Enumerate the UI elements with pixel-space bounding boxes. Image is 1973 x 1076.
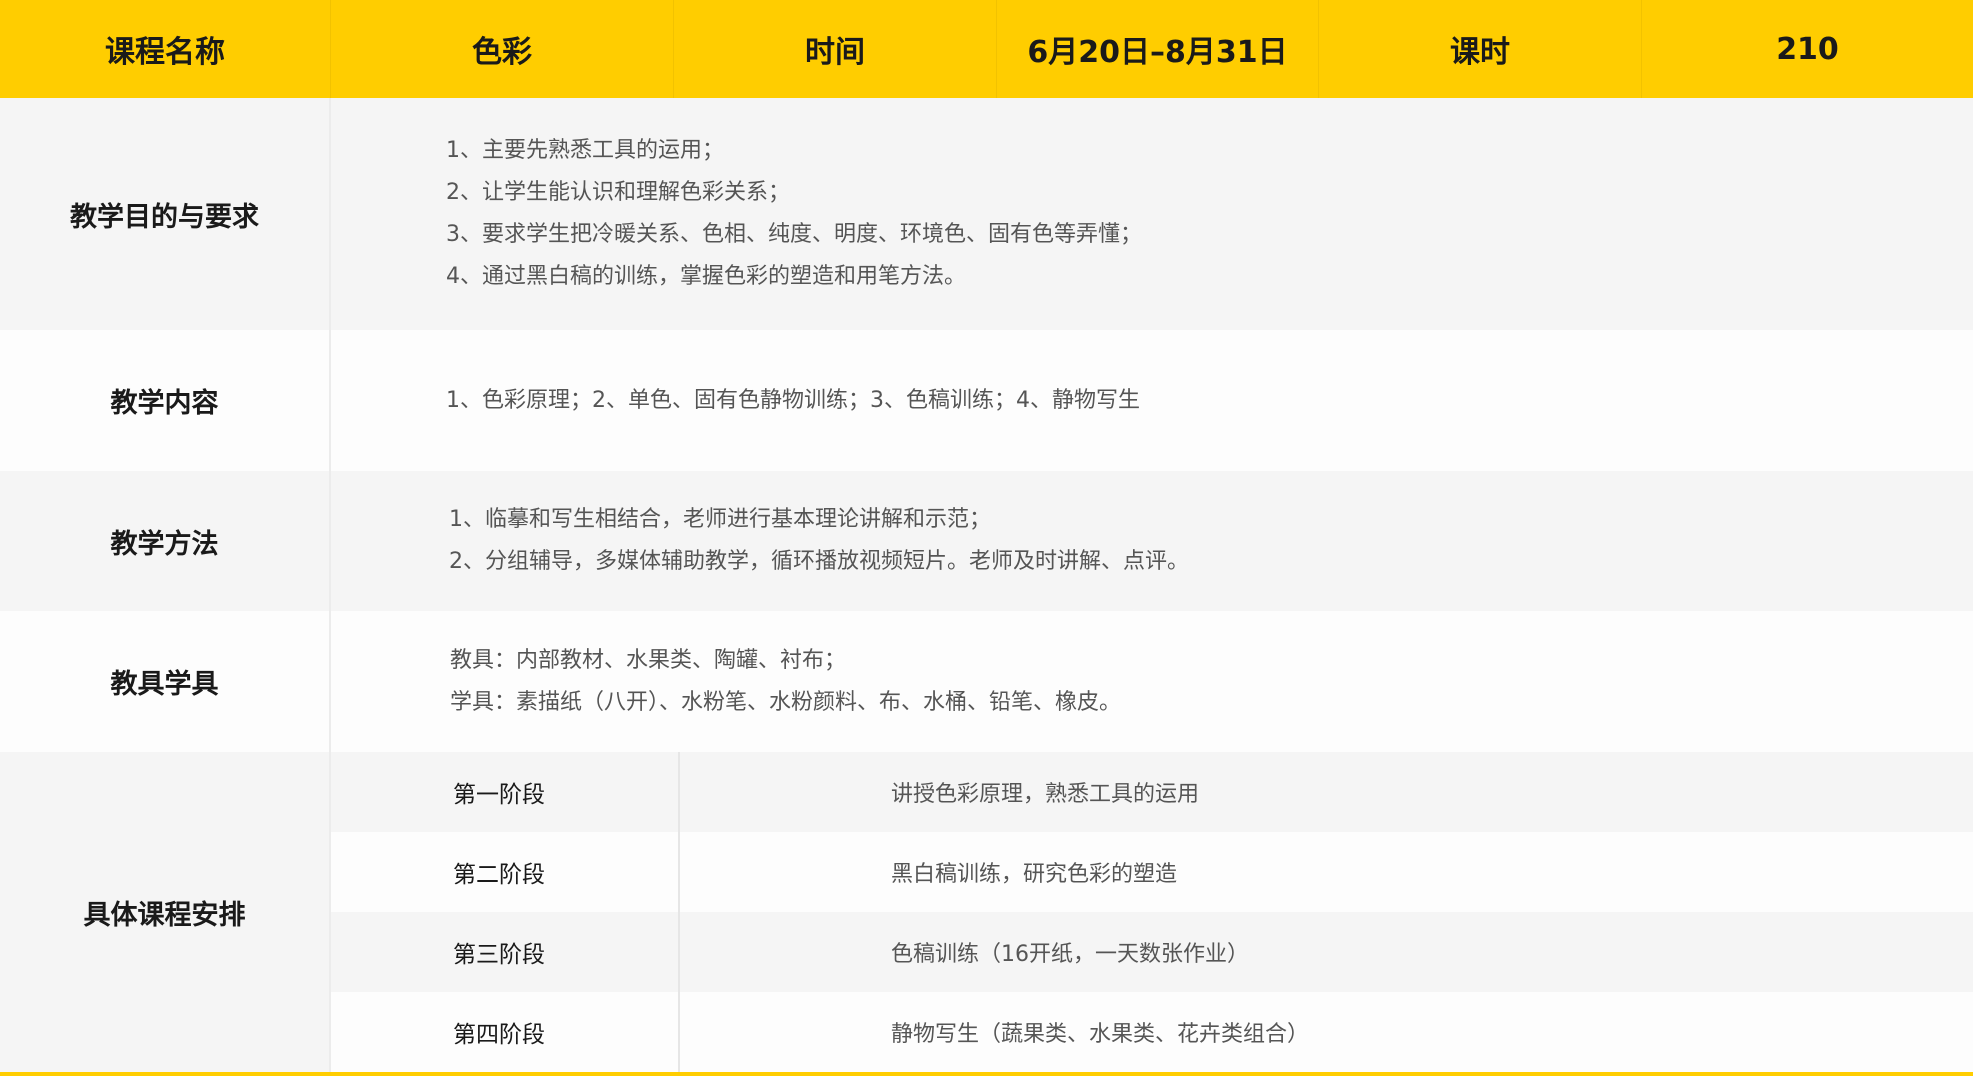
schedule-label: 具体课程安排 [0,752,331,1072]
stage-name: 第二阶段 [331,832,680,912]
methods-label: 教学方法 [0,471,331,611]
stage-name: 第一阶段 [331,752,680,832]
table-row-stage: 第一阶段 讲授色彩原理，熟悉工具的运用 [331,752,1973,832]
objectives-content: 1、主要先熟悉工具的运用； 2、让学生能认识和理解色彩关系； 3、要求学生把冷暖… [331,98,1973,330]
objectives-label: 教学目的与要求 [0,98,331,330]
table-row-stage: 第三阶段 色稿训练（16开纸，一天数张作业） [331,912,1973,992]
table-row-stage: 第四阶段 静物写生（蔬果类、水果类、花卉类组合） [331,992,1973,1072]
course-table: 课程名称 色彩 时间 6月20日–8月31日 课时 210 教学目的与要求 1、… [0,0,1973,1076]
objectives-line: 4、通过黑白稿的训练，掌握色彩的塑造和用笔方法。 [446,264,966,289]
objectives-line: 1、主要先熟悉工具的运用； [446,138,724,163]
table-row-stage: 第二阶段 黑白稿训练，研究色彩的塑造 [331,832,1973,912]
stage-desc: 色稿训练（16开纸，一天数张作业） [891,942,1249,967]
methods-content: 1、临摹和写生相结合，老师进行基本理论讲解和示范； 2、分组辅导，多媒体辅助教学… [331,471,1973,611]
stage-desc: 讲授色彩原理，熟悉工具的运用 [891,782,1200,807]
stage-desc: 黑白稿训练，研究色彩的塑造 [891,862,1178,887]
objectives-line: 2、让学生能认识和理解色彩关系； [446,180,790,205]
course-plan-page: 课程名称 色彩 时间 6月20日–8月31日 课时 210 教学目的与要求 1、… [0,0,1973,1076]
hours-value: 210 [1776,31,1839,67]
objectives-line: 3、要求学生把冷暖关系、色相、纯度、明度、环境色、固有色等弄懂； [446,222,1142,247]
bottom-accent-bar [0,1072,1973,1076]
table-row-content: 教学内容 1、色彩原理；2、单色、固有色静物训练；3、色稿训练；4、静物写生 [0,330,1973,471]
course-name-value: 色彩 [331,0,674,98]
methods-line: 2、分组辅导，多媒体辅助教学，循环播放视频短片。老师及时讲解、点评。 [449,549,1189,574]
table-row-objectives: 教学目的与要求 1、主要先熟悉工具的运用； 2、让学生能认识和理解色彩关系； 3… [0,98,1973,330]
content-label: 教学内容 [0,330,331,471]
tools-content: 教具：内部教材、水果类、陶罐、衬布； 学具：素描纸（八开）、水粉笔、水粉颜料、布… [331,611,1973,752]
course-name-label: 课程名称 [0,0,331,98]
stage-name: 第四阶段 [331,992,680,1072]
time-label: 时间 [674,0,997,98]
methods-line: 1、临摹和写生相结合，老师进行基本理论讲解和示范； [449,507,991,532]
table-row-tools: 教具学具 教具：内部教材、水果类、陶罐、衬布； 学具：素描纸（八开）、水粉笔、水… [0,611,1973,752]
stage-name: 第三阶段 [331,912,680,992]
time-value: 6月20日–8月31日 [997,0,1319,98]
content-line: 1、色彩原理；2、单色、固有色静物训练；3、色稿训练；4、静物写生 [446,387,1140,413]
tools-line: 教具：内部教材、水果类、陶罐、衬布； [450,647,847,673]
tools-line: 学具：素描纸（八开）、水粉笔、水粉颜料、布、水桶、铅笔、橡皮。 [450,689,1122,715]
tools-label: 教具学具 [0,611,331,752]
table-row-methods: 教学方法 1、临摹和写生相结合，老师进行基本理论讲解和示范； 2、分组辅导，多媒… [0,471,1973,611]
content-content: 1、色彩原理；2、单色、固有色静物训练；3、色稿训练；4、静物写生 [331,330,1973,471]
hours-label: 课时 [1319,0,1642,98]
stage-desc: 静物写生（蔬果类、水果类、花卉类组合） [891,1022,1310,1047]
table-header: 课程名称 色彩 时间 6月20日–8月31日 课时 210 [0,0,1973,98]
